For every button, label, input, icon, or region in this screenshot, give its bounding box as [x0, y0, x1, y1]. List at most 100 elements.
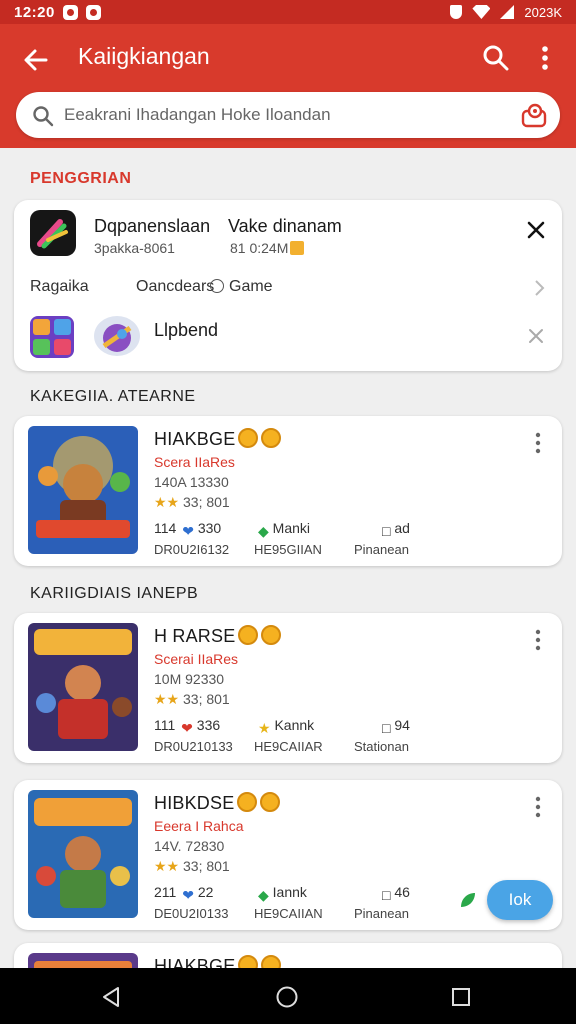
stat-downloads-value-2: 330: [197, 520, 222, 536]
stat-downloads-value-2: 22: [197, 884, 214, 900]
filter-chip-2[interactable]: Oancdears: [136, 278, 214, 296]
coin-icon: [238, 625, 259, 645]
wifi-icon: [472, 5, 491, 19]
section-label-2: KARIIGDIAIS IANEPB: [30, 585, 199, 602]
game-cover[interactable]: [28, 790, 138, 918]
more-vert-icon[interactable]: [528, 794, 548, 820]
close-icon[interactable]: [524, 218, 548, 242]
app-name-2[interactable]: Llpbend: [154, 320, 218, 341]
filter-chip-3-label: Game: [229, 278, 273, 295]
game-title: HIBKDSE: [154, 792, 281, 814]
leaf-icon: [461, 893, 475, 907]
status-time: 12:20: [14, 3, 55, 21]
like-icon: ❤: [182, 887, 194, 903]
search-input[interactable]: [64, 100, 504, 130]
stat-label-3: Pinanean: [354, 542, 409, 557]
stat-size-value: 46: [394, 884, 410, 900]
stat-size: □ ad: [380, 520, 410, 539]
game-developer: Eeera I Rahca: [154, 818, 244, 834]
game-meta: 10M 92330: [154, 671, 225, 687]
filter-chip-3[interactable]: Game: [210, 278, 273, 296]
app-thumbnail[interactable]: [30, 316, 74, 358]
stat-label-3: Pinanean: [354, 906, 409, 921]
status-battery-text: 2023K: [524, 4, 562, 20]
app-thumbnail-2[interactable]: [94, 316, 140, 356]
stat-downloads: 111 ❤ 336: [154, 717, 220, 737]
stat-category-value: Iannk: [272, 884, 307, 900]
back-arrow-icon[interactable]: [18, 42, 54, 78]
stat-category: ★ Kannk: [256, 717, 314, 737]
game-title: H RARSE: [154, 625, 282, 647]
recommend-card: Dqpanenslaan Vake dinanam 3pakka-8061 81…: [14, 200, 562, 371]
game-card[interactable]: H RARSE Scerai IIaRes 10M 92330 ★★ 33; 8…: [14, 613, 562, 763]
floating-action-button[interactable]: Iok: [487, 880, 553, 920]
star-icon: ★★: [154, 691, 180, 707]
game-title: HIAKBGE: [154, 428, 282, 450]
game-title-text: HIAKBGE: [154, 429, 236, 449]
rating-text: 33; 801: [183, 691, 230, 707]
nav-home-icon[interactable]: [274, 984, 300, 1010]
nav-back-icon[interactable]: [98, 984, 124, 1010]
game-cover[interactable]: [28, 623, 138, 751]
search-bar[interactable]: [16, 92, 560, 138]
stat-downloads-value-2: 336: [196, 717, 221, 733]
coin-icon: [261, 625, 282, 645]
stat-size-value: ad: [394, 520, 410, 536]
game-title-text: H RARSE: [154, 626, 236, 646]
app-name-secondary: Vake dinanam: [228, 216, 342, 236]
search-icon[interactable]: [478, 40, 514, 76]
shield-icon: [450, 5, 463, 19]
app-bar: Kaiigkiangan: [0, 24, 576, 148]
share-icon: □: [382, 720, 391, 736]
stat-label-2: HE95GIIAN: [254, 542, 322, 557]
coin-icon: [261, 428, 282, 448]
radio-icon[interactable]: [210, 279, 224, 293]
game-rating: ★★ 33; 801: [154, 494, 230, 511]
like-icon: ❤: [182, 523, 194, 539]
stat-downloads: 114 ❤ 330: [154, 520, 221, 540]
stat-category-value: Manki: [272, 520, 311, 536]
stat-size: □ 46: [380, 884, 410, 903]
stat-size-value: 94: [394, 717, 410, 733]
tag-icon: ◆: [258, 887, 269, 903]
app-size-text: 81 0:24M: [230, 240, 289, 256]
rating-text: 33; 801: [183, 494, 230, 510]
stat-size: □ 94: [380, 717, 410, 736]
more-vert-icon[interactable]: [530, 40, 560, 76]
game-meta: 14V. 72830: [154, 838, 225, 854]
game-meta: 140A 13330: [154, 474, 229, 490]
stat-category-value: Kannk: [274, 717, 315, 733]
coin-icon: [260, 792, 281, 812]
chevron-right-icon[interactable]: [530, 276, 550, 300]
share-icon: □: [382, 887, 391, 903]
game-card[interactable]: HIBKDSE Eeera I Rahca 14V. 72830 ★★ 33; …: [14, 780, 562, 930]
more-vert-icon[interactable]: [528, 627, 548, 653]
coin-icon: [237, 792, 258, 812]
app-subtitle: 3pakka-8061: [94, 240, 175, 256]
star-icon: ★★: [154, 858, 180, 874]
tag-icon: ◆: [258, 523, 269, 539]
game-card[interactable]: HIAKBGE Scera IIaRes 140A 13330 ★★ 33; 8…: [14, 416, 562, 566]
page-title: Kaiigkiangan: [78, 43, 210, 69]
stat-downloads-value: 111: [154, 717, 176, 733]
badge-icon: [290, 241, 305, 255]
section-label-1: KAKEGIIA. ATEARNE: [30, 388, 196, 405]
voice-search-icon[interactable]: [520, 102, 548, 130]
nav-recents-icon[interactable]: [448, 984, 474, 1010]
stat-label-2: HE9CAIIAN: [254, 906, 323, 921]
more-vert-icon[interactable]: [528, 430, 548, 456]
stat-label-1: DR0U210133: [154, 739, 233, 754]
stat-category: ◆ Iannk: [256, 884, 307, 904]
filter-chip-1[interactable]: Ragaika: [30, 278, 89, 296]
signal-icon: [500, 5, 515, 19]
app-icon[interactable]: [30, 210, 76, 256]
like-icon: ❤: [181, 720, 193, 736]
system-nav-bar: [0, 968, 576, 1024]
stat-label-3: Stationan: [354, 739, 409, 754]
search-icon: [33, 106, 54, 127]
close-icon[interactable]: [526, 326, 546, 346]
app-name[interactable]: Dqpanenslaan: [94, 216, 210, 237]
game-cover[interactable]: [28, 426, 138, 554]
status-bar: 12:20 2023K: [0, 0, 576, 24]
star-icon: ★: [258, 720, 271, 736]
